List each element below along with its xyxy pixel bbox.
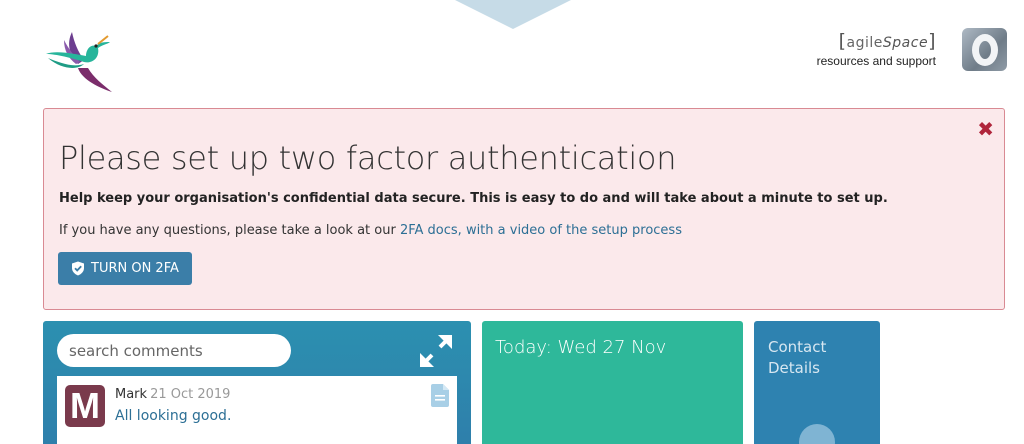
2fa-docs-link[interactable]: 2FA docs, with a video of the setup proc…: [400, 223, 682, 238]
comment-item[interactable]: M Mark 21 Oct 2019 All looking good.: [57, 376, 457, 444]
alert-title: Please set up two factor authentication: [59, 139, 677, 177]
search-comments-input[interactable]: [57, 334, 291, 367]
agile-space-wordmark: [agileSpace]: [838, 30, 936, 52]
avatar: M: [65, 385, 105, 427]
brand-subtitle: resources and support: [816, 54, 936, 68]
today-panel[interactable]: Today: Wed 27 Nov: [482, 321, 743, 444]
comment-date: 21 Oct 2019: [150, 387, 231, 402]
agile-space-brand[interactable]: [agileSpace] resources and support: [817, 30, 936, 68]
contact-avatar: [799, 424, 835, 444]
alert-bold-text: Help keep your organisation's confidenti…: [59, 191, 888, 206]
contact-details-label: Contact Details: [768, 338, 827, 377]
turn-on-2fa-button[interactable]: TURN ON 2FA: [58, 252, 192, 285]
expand-icon[interactable]: [416, 331, 456, 371]
close-icon[interactable]: ✖: [977, 118, 994, 140]
account-avatar-icon[interactable]: [962, 28, 1007, 71]
top-chevron-decoration: [455, 0, 571, 29]
today-date-label: Today: Wed 27 Nov: [495, 337, 667, 358]
shield-check-icon: [72, 261, 84, 276]
two-factor-alert: ✖ Please set up two factor authenticatio…: [43, 108, 1005, 310]
contact-details-panel[interactable]: Contact Details: [754, 321, 880, 444]
alert-info-text: If you have any questions, please take a…: [59, 223, 682, 238]
document-icon[interactable]: [431, 384, 449, 407]
comment-author: Mark 21 Oct 2019: [115, 387, 231, 402]
hummingbird-logo-icon[interactable]: [42, 28, 120, 94]
comment-text[interactable]: All looking good.: [115, 408, 231, 424]
comments-panel: M Mark21 Oct 2019 All looking good.: [43, 321, 471, 444]
turn-on-2fa-label: TURN ON 2FA: [91, 261, 179, 276]
